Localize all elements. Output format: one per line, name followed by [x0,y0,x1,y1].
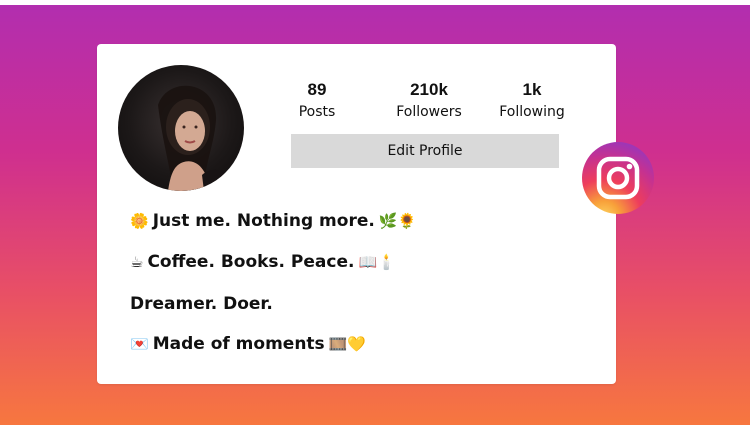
daisy-emoji-icon: 🌼 [130,212,149,230]
stat-following-label: Following [499,104,565,120]
leaf-sunflower-emoji-icon: 🌿🌻 [378,212,417,230]
bio-text: Made of moments [152,334,325,354]
coffee-emoji-icon: ☕ [130,253,144,271]
stat-followers[interactable]: 210k Followers [379,80,479,123]
instagram-logo-icon [582,142,654,214]
profile-stats: 89 Posts 210k Followers 1k Following [287,80,567,124]
film-heart-emoji-icon: 🎞️💛 [328,335,367,353]
edit-profile-button[interactable]: Edit Profile [291,134,559,168]
stat-posts-value: 89 [307,80,327,99]
stat-posts-label: Posts [298,104,336,120]
bio-text: Coffee. Books. Peace. [147,252,355,272]
bio-line: 🌼 Just me. Nothing more. 🌿🌻 [130,211,416,231]
stat-followers-label: Followers [396,104,462,120]
bio-text: Just me. Nothing more. [152,211,375,231]
bio-text: Dreamer. Doer. [130,294,273,314]
bio-line: 💌 Made of moments 🎞️💛 [130,334,366,354]
stat-following-value: 1k [522,80,542,99]
avatar[interactable] [118,65,244,191]
profile-card: 89 Posts 210k Followers 1k Following Edi… [97,44,616,384]
stat-followers-value: 210k [410,80,448,99]
bio-line: ☕ Coffee. Books. Peace. 📖🕯️ [130,252,396,272]
book-candle-emoji-icon: 📖🕯️ [358,253,396,271]
stat-following[interactable]: 1k Following [482,80,582,123]
stat-posts[interactable]: 89 Posts [267,80,367,123]
love-letter-emoji-icon: 💌 [130,335,149,353]
bio-line: Dreamer. Doer. [130,294,273,314]
